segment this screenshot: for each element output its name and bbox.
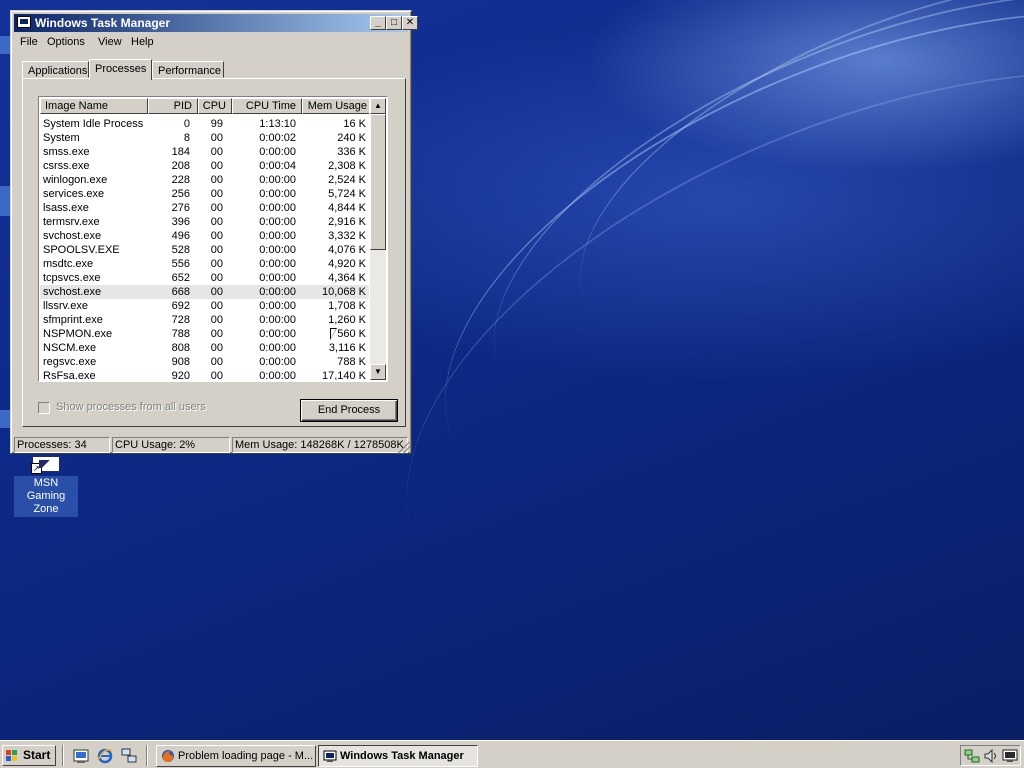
menu-help[interactable]: Help [131,36,154,48]
menu-file[interactable]: File [20,36,38,48]
system-tray [960,745,1021,766]
title-bar[interactable]: Windows Task Manager _ □ ✕ [14,14,418,32]
minimize-button[interactable]: _ [370,16,386,30]
desktop-icon-fragment[interactable] [0,410,10,428]
taskbar-separator [62,745,64,766]
firefox-icon [162,750,174,762]
desktop-icon-label-line2: Zone [33,503,59,515]
resize-grip[interactable] [398,442,410,454]
desktop-icon-fragment[interactable] [0,36,10,54]
internet-explorer-icon[interactable] [97,748,113,764]
taskbar-button-firefox[interactable]: Problem loading page - M... [156,745,316,767]
close-button[interactable]: ✕ [402,16,418,30]
processes-panel [22,78,406,427]
desktop-icon-label: MSN Gaming Zone [14,476,78,517]
start-button[interactable]: Start [2,745,56,766]
menu-view[interactable]: View [98,36,122,48]
tab-processes[interactable]: Processes [89,59,152,80]
window-title: Windows Task Manager [35,16,171,30]
taskbar-button-label: Problem loading page - M... [178,750,314,762]
status-mem-usage: Mem Usage: 148268K / 1278508K [232,437,408,453]
shortcut-arrow-icon: ↗ [31,463,42,474]
tab-applications[interactable]: Applications [22,61,89,78]
tab-performance[interactable]: Performance [152,61,224,78]
status-cpu-usage: CPU Usage: 2% [112,437,230,453]
status-processes: Processes: 34 [14,437,110,453]
task-manager-window: Windows Task Manager _ □ ✕ File Options … [10,10,418,454]
network-tray-icon[interactable] [964,748,980,764]
taskbar-separator [146,745,148,766]
status-bar: Processes: 34 CPU Usage: 2% Mem Usage: 1… [14,436,410,454]
show-desktop-icon[interactable] [73,748,89,764]
menu-options[interactable]: Options [47,36,85,48]
desktop-icon-fragment[interactable] [0,186,10,216]
msn-gaming-zone-icon: ↗ [31,456,60,474]
monitor-tray-icon[interactable] [1002,748,1018,764]
windows-logo-icon [6,750,18,761]
taskbar-button-label: Windows Task Manager [340,750,464,762]
taskbar-button-task-manager[interactable]: Windows Task Manager [318,745,478,767]
taskbar: Start Problem loading page - M... Window… [0,740,1024,768]
start-label: Start [23,748,51,762]
network-connections-icon[interactable] [121,748,137,764]
task-manager-icon [17,16,31,28]
desktop-icon-label-line1: MSN Gaming [26,477,66,502]
task-manager-icon [323,750,337,762]
volume-icon[interactable] [983,748,999,764]
maximize-button[interactable]: □ [386,16,402,30]
desktop-icon-msn-gaming-zone[interactable]: ↗ MSN Gaming Zone [14,456,78,517]
